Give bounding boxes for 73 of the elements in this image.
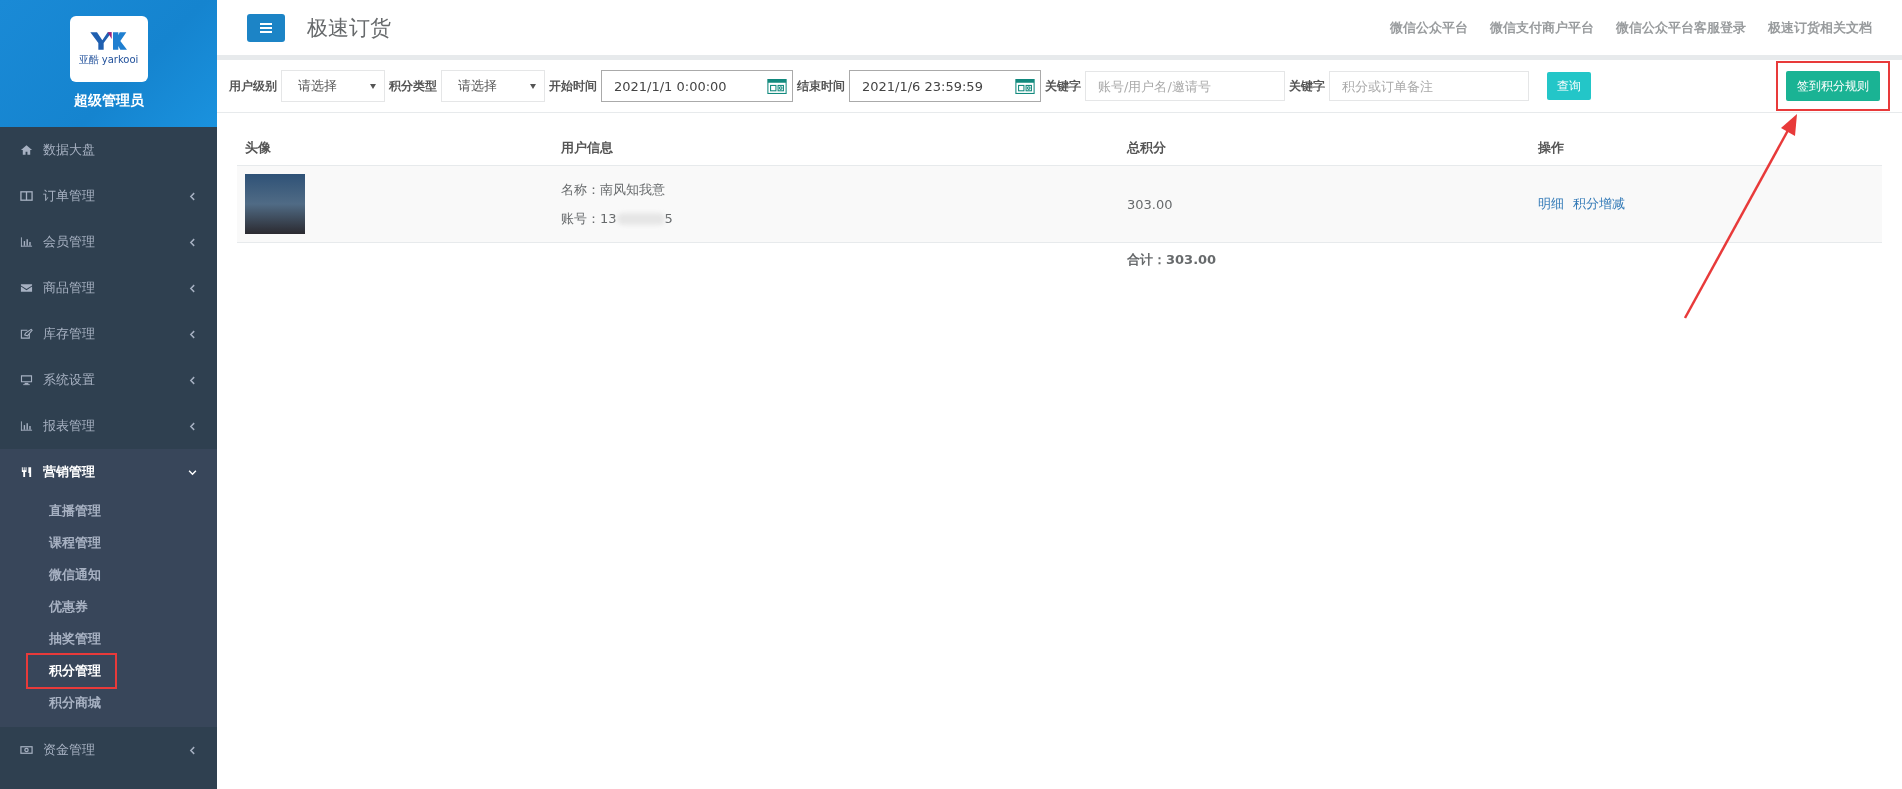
- user-name: 超级管理员: [73, 92, 144, 110]
- menu-item[interactable]: 营销管理: [0, 449, 217, 495]
- filter-label: 积分类型: [389, 77, 437, 95]
- user-name-text: 名称：南风知我意: [561, 181, 666, 199]
- date-field[interactable]: 2021/1/1 0:00:00: [601, 70, 793, 102]
- logo-mark-icon: [88, 31, 129, 51]
- menu-label: 资金管理: [43, 741, 96, 759]
- menu-label: 订单管理: [43, 187, 96, 205]
- submenu-item[interactable]: 抽奖管理: [0, 623, 107, 655]
- money-icon: [20, 744, 33, 756]
- monitor-icon: [20, 374, 33, 386]
- total-points-text: 303.00: [1127, 196, 1173, 212]
- menu-item[interactable]: 订单管理: [0, 173, 217, 219]
- menu-label: 报表管理: [43, 417, 96, 435]
- edit-icon: [20, 328, 33, 340]
- filter-label: 开始时间: [549, 77, 597, 95]
- menu-item[interactable]: 会员管理: [0, 219, 217, 265]
- action-link[interactable]: 明细: [1538, 196, 1564, 211]
- menu-label: 数据大盘: [43, 141, 96, 159]
- menu-button[interactable]: [247, 13, 285, 42]
- cutlery-icon: [20, 466, 33, 478]
- menu-item[interactable]: 系统设置: [0, 357, 217, 403]
- date-field[interactable]: 2021/1/6 23:59:59: [849, 70, 1041, 102]
- header-link[interactable]: 微信公众平台: [1390, 18, 1468, 37]
- select-field[interactable]: 请选择: [281, 70, 385, 102]
- menu-item[interactable]: 资金管理: [0, 727, 217, 773]
- menu-item[interactable]: 库存管理: [0, 311, 217, 357]
- menu-label: 商品管理: [43, 279, 96, 297]
- submenu-item[interactable]: 直播管理: [0, 495, 107, 527]
- chart-icon: [20, 236, 33, 248]
- action-link[interactable]: 积分增减: [1573, 196, 1625, 211]
- columns-icon: [20, 190, 33, 202]
- submenu-item[interactable]: 优惠券: [0, 591, 94, 623]
- home-icon: [20, 144, 33, 156]
- filter-label: 用户级别: [229, 77, 277, 95]
- submenu-item[interactable]: 微信通知: [0, 559, 107, 591]
- submenu-item[interactable]: 课程管理: [0, 527, 107, 559]
- filter-label: 关键字: [1289, 77, 1325, 95]
- column-header: 总积分: [1119, 131, 1530, 166]
- account-suffix-text: 5: [664, 210, 673, 228]
- sign-in-rules-button[interactable]: 签到积分规则: [1786, 71, 1880, 101]
- menu-item[interactable]: 数据大盘: [0, 127, 217, 173]
- menu-label: 营销管理: [43, 463, 96, 481]
- menu-icon: [260, 22, 272, 33]
- select-field[interactable]: 请选择: [441, 70, 545, 102]
- submenu-item[interactable]: 积分管理: [28, 655, 115, 687]
- logo-wordmark: 亚酷 yarkooi: [78, 53, 139, 67]
- page-title: 极速订货: [307, 14, 392, 42]
- photo-placeholder: [245, 174, 305, 234]
- menu-label: 系统设置: [43, 371, 96, 389]
- menu-label: 库存管理: [43, 325, 96, 343]
- account-text: 账号：13: [561, 210, 617, 228]
- filter-label: 关键字: [1045, 77, 1081, 95]
- calendar-icon: [767, 78, 787, 94]
- menu-label: 会员管理: [43, 233, 96, 251]
- dropdown-arrow-icon: [370, 83, 376, 89]
- filter-label: 结束时间: [797, 77, 845, 95]
- menu-item[interactable]: 商品管理: [0, 265, 217, 311]
- header-link[interactable]: 极速订货相关文档: [1768, 18, 1872, 37]
- envelope-icon: [20, 282, 33, 294]
- keyword-field[interactable]: 账号/用户名/邀请号: [1085, 71, 1285, 101]
- header-link[interactable]: 微信公众平台客服登录: [1616, 18, 1746, 37]
- column-header: 操作: [1530, 131, 1882, 166]
- sum-text: 合计：303.00: [1127, 252, 1217, 267]
- dropdown-arrow-icon: [530, 83, 536, 89]
- keyword-field[interactable]: 积分或订单备注: [1329, 71, 1529, 101]
- column-header: 头像: [237, 131, 553, 166]
- header-link[interactable]: 微信支付商户平台: [1490, 18, 1594, 37]
- column-header: 用户信息: [553, 131, 1119, 166]
- submenu-item[interactable]: 积分商城: [0, 687, 107, 719]
- calendar-icon: [1015, 78, 1035, 94]
- chart-icon: [20, 420, 33, 432]
- menu-item[interactable]: 报表管理: [0, 403, 217, 449]
